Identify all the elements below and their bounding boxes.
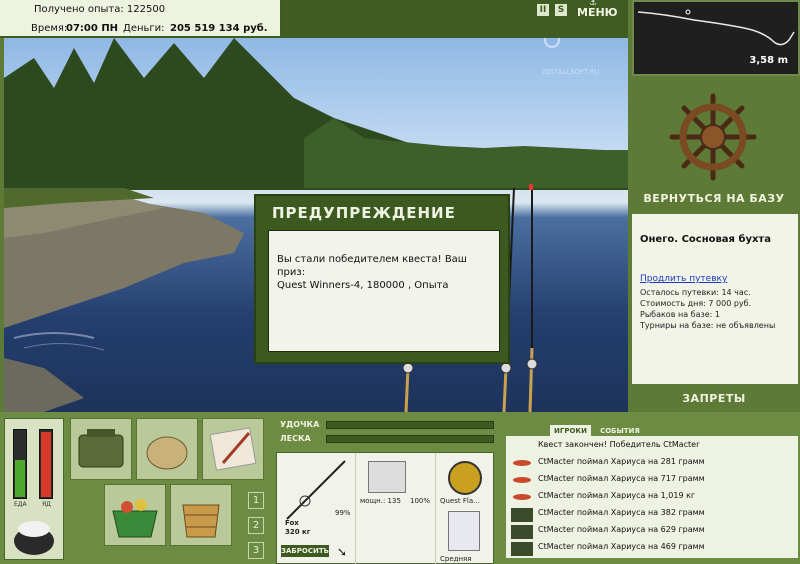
food-label: ЕДА: [14, 501, 27, 508]
line-tension-track[interactable]: [326, 435, 494, 443]
line-spool-icon: [448, 461, 482, 495]
rod-label: УДОЧКА: [280, 420, 320, 429]
basket-icon: [112, 499, 158, 538]
time-value: 07:00 ПН: [66, 23, 119, 34]
bait-bag-slot[interactable]: [136, 418, 198, 480]
dialog-body: Вы стали победителем квеста! Ваш приз: Q…: [268, 230, 500, 352]
right-panel: ВЕРНУТЬСЯ НА БАЗУ Онего. Сосновая бухта …: [628, 80, 800, 412]
tackle-box-icon: [78, 429, 124, 468]
notes-slot[interactable]: [202, 418, 264, 480]
list-item: CtMacter поймал Хариуса на 1,019 кг: [538, 491, 696, 500]
location-info: Онего. Сосновая бухта Продлить путевку О…: [632, 214, 798, 384]
lure-icon: [448, 511, 480, 551]
bottom-panel: ЕДА ЯД 1 2 3 УДОЧКА ЛЕСКА Fox 320 кг 99%…: [0, 412, 800, 564]
poison-meter: [39, 429, 53, 499]
diagonal-arrow-icon[interactable]: ➘: [337, 545, 347, 559]
rod-controls: УДОЧКА ЛЕСКА: [276, 418, 496, 450]
pause-button[interactable]: II: [537, 4, 549, 16]
list-item: CtMacter поймал Хариуса на 629 грамм: [538, 525, 705, 534]
money-label: Деньги:: [123, 23, 165, 34]
lure-name: Средняя: [440, 555, 472, 563]
ship-wheel-icon[interactable]: [668, 92, 758, 182]
money-value: 205 519 134 руб.: [170, 23, 268, 34]
sound-button[interactable]: S: [555, 4, 567, 16]
reel-slot[interactable]: мощн.: 135 100%: [355, 453, 435, 564]
tournaments-info: Турниры на базе: не объявлены: [640, 321, 776, 330]
menu-button[interactable]: МЕНЮ: [577, 6, 618, 19]
location-title: Онего. Сосновая бухта: [640, 234, 771, 245]
line-name: Quest Fla...: [440, 497, 480, 505]
warning-dialog[interactable]: ПРЕДУПРЕЖДЕНИЕ Вы стали победителем квес…: [254, 194, 510, 364]
poison-label: ЯД: [42, 501, 51, 508]
list-item: CtMacter поймал Хариуса на 281 грамм: [538, 457, 705, 466]
rod-name: Fox: [285, 519, 299, 527]
pot-icon[interactable]: [9, 515, 59, 559]
reel-icon: [368, 461, 406, 493]
events-panel: ИГРОКИ СОБЫТИЯ Квест закончен! Победител…: [502, 416, 798, 562]
dialog-line-1: Вы стали победителем квеста! Ваш приз:: [277, 254, 467, 278]
reel-power: мощн.: 135: [360, 497, 401, 505]
reel-pct: 100%: [410, 497, 431, 505]
bans-button[interactable]: ЗАПРЕТЫ: [630, 392, 798, 405]
anglers-count: Рыбаков на базе: 1: [640, 310, 720, 319]
return-to-base-button[interactable]: ВЕРНУТЬСЯ НА БАЗУ: [630, 192, 798, 205]
rod-weight: 320 кг: [285, 528, 311, 536]
rod-slot-3[interactable]: 3: [248, 542, 264, 559]
events-list: Квест закончен! Победитель CtMacter CtMa…: [506, 436, 798, 558]
bucket-icon: [182, 504, 220, 538]
dialog-title: ПРЕДУПРЕЖДЕНИЕ: [272, 204, 456, 222]
bucket-slot[interactable]: [170, 484, 232, 546]
tackle-box-slot[interactable]: [70, 418, 132, 480]
list-item: Квест закончен! Победитель CtMacter: [538, 440, 700, 449]
day-cost: Стоимость дня: 7 000 руб.: [640, 299, 752, 308]
player-info-panel: Получено опыта: 122500 Время: 07:00 ПН Д…: [0, 0, 282, 38]
notes-icon: [209, 427, 257, 471]
list-item: CtMacter поймал Хариуса на 382 грамм: [538, 508, 705, 517]
experience-text: Получено опыта: 122500: [34, 4, 166, 15]
food-meter: [13, 429, 27, 499]
rod-slot-2[interactable]: 2: [248, 517, 264, 534]
meters-panel: ЕДА ЯД: [4, 418, 64, 560]
time-label: Время:: [31, 23, 68, 34]
launch-button[interactable]: ЗАБРОСИТЬ: [281, 545, 329, 557]
game-root: Получено опыта: 122500 Время: 07:00 ПН Д…: [0, 0, 800, 564]
line-lure-slot[interactable]: Quest Fla... Средняя: [435, 453, 495, 564]
rod-tension-track[interactable]: [326, 421, 494, 429]
dialog-line-2: Quest Winners-4, 180000 , Опыта: [277, 280, 449, 291]
rod-pct: 99%: [335, 509, 351, 517]
bait-bag-icon: [146, 436, 188, 470]
watermark-text: INSTALLSOFT.RU: [542, 68, 600, 76]
depth-value: 3,58 m: [749, 55, 788, 66]
depth-panel: 3,58 m: [632, 0, 800, 76]
rod-card: Fox 320 кг 99% ЗАБРОСИТЬ ➘ мощн.: 135 10…: [276, 452, 494, 564]
list-item: CtMacter поймал Хариуса на 717 грамм: [538, 474, 705, 483]
list-item: CtMacter поймал Хариуса на 469 грамм: [538, 542, 705, 551]
line-label: ЛЕСКА: [280, 434, 311, 443]
groundbait-slot[interactable]: [104, 484, 166, 546]
extend-permit-link[interactable]: Продлить путевку: [640, 274, 727, 284]
permit-remaining: Осталось путевки: 14 час.: [640, 288, 751, 297]
fish-icons: [511, 460, 533, 556]
rod-slot-1[interactable]: 1: [248, 492, 264, 509]
